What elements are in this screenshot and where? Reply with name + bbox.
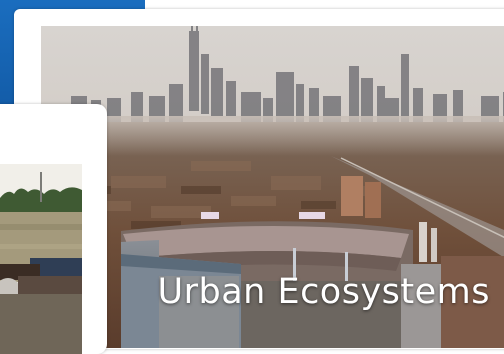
rural-landscape-photo bbox=[0, 164, 82, 354]
rural-photo-card bbox=[0, 104, 107, 354]
photo-caption: Urban Ecosystems bbox=[157, 272, 490, 312]
